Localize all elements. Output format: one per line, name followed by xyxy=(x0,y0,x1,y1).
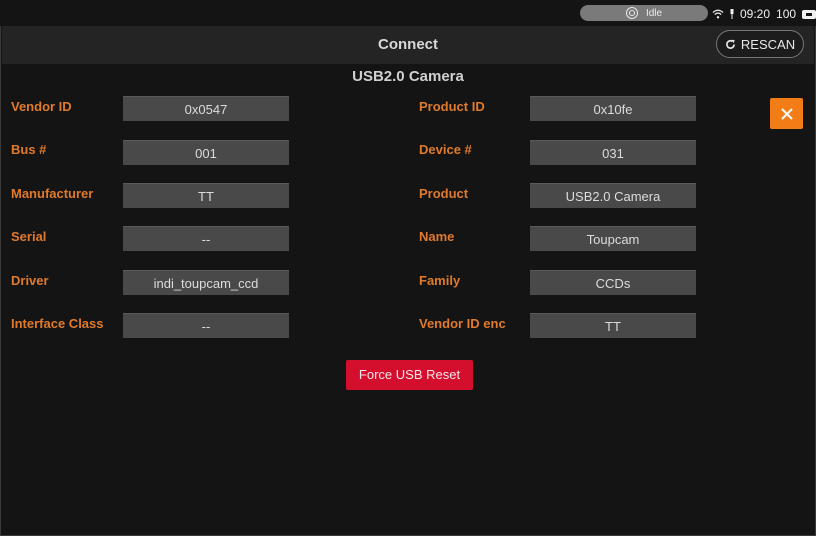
product-id-field[interactable]: 0x10fe xyxy=(530,96,696,121)
driver-field[interactable]: indi_toupcam_ccd xyxy=(123,270,289,295)
vendor-id-label: Vendor ID xyxy=(11,99,72,114)
pin-icon xyxy=(730,9,734,19)
force-usb-reset-button[interactable]: Force USB Reset xyxy=(346,360,473,390)
vendor-id-enc-label: Vendor ID enc xyxy=(419,316,506,331)
wifi-icon xyxy=(712,9,724,19)
device-number-field[interactable]: 031 xyxy=(530,140,696,165)
family-field[interactable]: CCDs xyxy=(530,270,696,295)
interface-class-field[interactable]: -- xyxy=(123,313,289,338)
serial-field[interactable]: -- xyxy=(123,226,289,251)
family-label: Family xyxy=(419,273,461,288)
status-pill[interactable]: Idle xyxy=(580,5,708,21)
toolbar: Connect RESCAN xyxy=(2,26,814,64)
device-title: USB2.0 Camera xyxy=(352,68,464,85)
battery-icon xyxy=(802,9,816,19)
product-label: Product xyxy=(419,186,469,201)
bus-field[interactable]: 001 xyxy=(123,140,289,165)
vendor-id-enc-field[interactable]: TT xyxy=(530,313,696,338)
manufacturer-field[interactable]: TT xyxy=(123,183,289,208)
manufacturer-label: Manufacturer xyxy=(11,186,94,201)
refresh-icon xyxy=(725,39,735,49)
name-field[interactable]: Toupcam xyxy=(530,226,696,251)
product-field[interactable]: USB2.0 Camera xyxy=(530,183,696,208)
status-bar: Idle 09:20 100 xyxy=(0,0,816,26)
close-button[interactable] xyxy=(770,98,803,129)
driver-label: Driver xyxy=(11,273,49,288)
vendor-id-field[interactable]: 0x0547 xyxy=(123,96,289,121)
status-text: Idle xyxy=(645,7,663,19)
serial-label: Serial xyxy=(11,229,47,244)
interface-class-label: Interface Class xyxy=(11,316,104,331)
rescan-button[interactable]: RESCAN xyxy=(716,30,804,58)
battery-level: 100 xyxy=(776,7,797,21)
rescan-label: RESCAN xyxy=(740,36,796,52)
close-icon xyxy=(780,107,793,120)
target-icon xyxy=(625,7,638,19)
clock: 09:20 xyxy=(740,7,771,21)
bus-label: Bus # xyxy=(11,142,47,157)
device-number-label: Device # xyxy=(419,142,472,157)
product-id-label: Product ID xyxy=(419,99,485,114)
page-title: Connect xyxy=(378,36,438,53)
system-tray: 09:20 100 xyxy=(712,6,816,22)
name-label: Name xyxy=(419,229,455,244)
